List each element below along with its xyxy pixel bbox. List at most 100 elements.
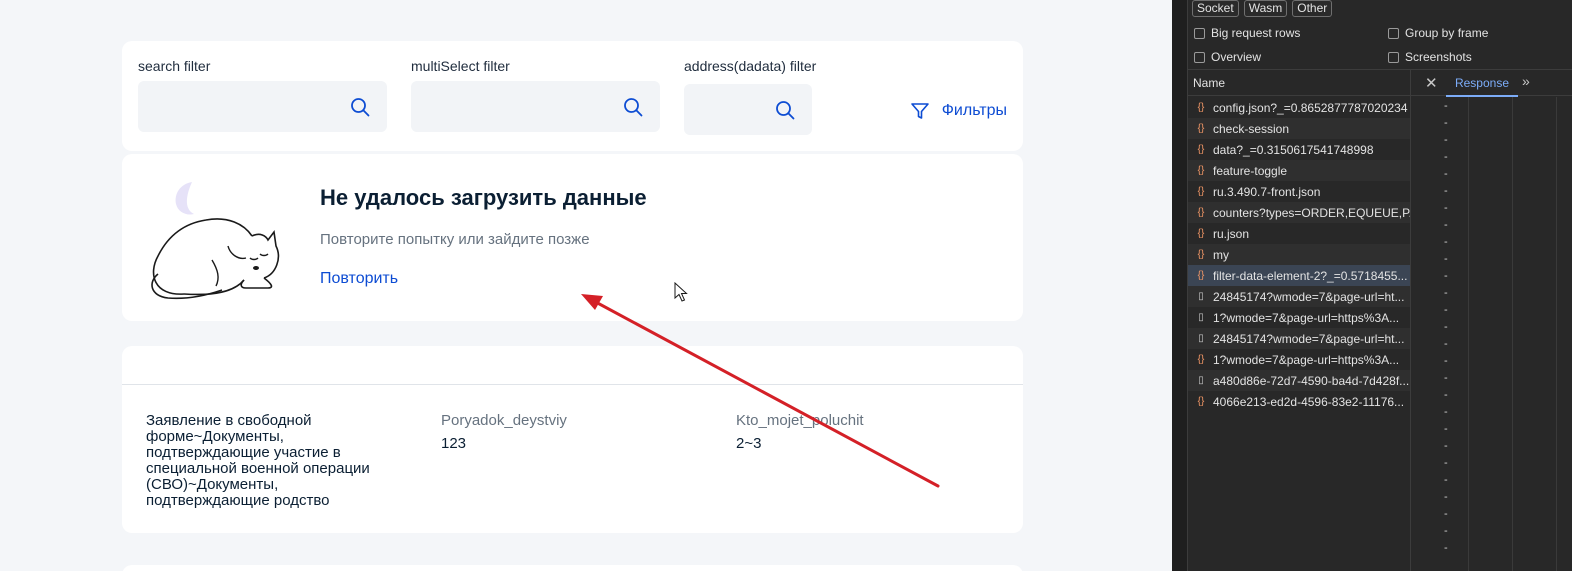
request-name: config.json?_=0.8652877787020234: [1213, 100, 1408, 115]
network-request-row[interactable]: {} ru.3.490.7-front.json: [1188, 181, 1410, 202]
response-dash: -: [1444, 219, 1448, 231]
network-request-row[interactable]: {} my: [1188, 244, 1410, 265]
address-filter-input[interactable]: [684, 84, 812, 135]
json-file-icon: {}: [1197, 102, 1205, 113]
group-by-frame-checkbox[interactable]: Group by frame: [1388, 26, 1488, 40]
response-dash: -: [1444, 117, 1448, 129]
json-file-icon: {}: [1197, 228, 1205, 239]
error-subtitle: Повторите попытку или зайдите позже: [320, 231, 590, 248]
response-dash: -: [1444, 304, 1448, 316]
network-request-row[interactable]: {} feature-toggle: [1188, 160, 1410, 181]
filters-button[interactable]: Фильтры: [910, 101, 1007, 121]
response-dash: -: [1444, 134, 1448, 146]
column-label-kto-mojet: Kto_mojet_poluchit: [736, 412, 864, 429]
network-request-row[interactable]: {} ru.json: [1188, 223, 1410, 244]
network-request-row[interactable]: {} data?_=0.3150617541748998: [1188, 139, 1410, 160]
filters-button-label: Фильтры: [941, 102, 1007, 119]
response-dash: -: [1444, 321, 1448, 333]
network-request-list: {} config.json?_=0.8652877787020234 {} chec…: [1188, 97, 1410, 412]
search-filter-group: search filter: [138, 58, 387, 132]
checkbox-box[interactable]: [1388, 51, 1399, 63]
devtools-panel: Socket Wasm Other Big request rows Group…: [1172, 0, 1572, 571]
response-dash: -: [1444, 457, 1448, 469]
address-filter-group: address(dadata) filter: [684, 58, 817, 135]
retry-link[interactable]: Повторить: [320, 270, 398, 288]
checkbox-label: Overview: [1211, 50, 1262, 64]
search-icon[interactable]: [350, 97, 370, 117]
network-request-row[interactable]: ▯ 24845174?wmode=7&page-url=ht...: [1188, 286, 1410, 307]
checkbox-box[interactable]: [1194, 27, 1205, 39]
request-type-filters: Socket Wasm Other: [1192, 0, 1333, 17]
checkbox-label: Big request rows: [1211, 26, 1301, 40]
grid-line: [1468, 97, 1469, 571]
multiselect-filter-group: multiSelect filter: [411, 58, 660, 132]
next-card: [122, 565, 1023, 571]
response-dash: -: [1444, 270, 1448, 282]
network-request-row[interactable]: ▯ 1?wmode=7&page-url=https%3A...: [1188, 307, 1410, 328]
json-file-icon: {}: [1197, 144, 1205, 155]
request-name: 24845174?wmode=7&page-url=ht...: [1213, 289, 1405, 304]
response-dash: -: [1444, 389, 1448, 401]
filter-chip-other[interactable]: Other: [1292, 0, 1333, 17]
response-dash: -: [1444, 474, 1448, 486]
response-dash-column: - - - - - - - - - - - - - - - - - - - - - - - - - - -: [1444, 98, 1464, 557]
network-request-row[interactable]: {} config.json?_=0.8652877787020234: [1188, 97, 1410, 118]
document-icon: ▯: [1198, 333, 1204, 344]
response-dash: -: [1444, 253, 1448, 265]
table-cell-documents: Заявление в свободной форме~Документы, п…: [146, 412, 370, 509]
network-request-row[interactable]: {} filter-data-element-2?_=0.5718455...: [1188, 265, 1410, 286]
search-filter-input[interactable]: [138, 81, 387, 132]
network-request-row[interactable]: {} check-session: [1188, 118, 1410, 139]
json-file-icon: {}: [1197, 165, 1205, 176]
request-name: check-session: [1213, 121, 1290, 136]
request-name: my: [1213, 247, 1229, 262]
response-dash: -: [1444, 236, 1448, 248]
network-request-row[interactable]: ▯ a480d86e-72d7-4590-ba4d-7d428f...: [1188, 370, 1410, 391]
response-dash: -: [1444, 542, 1448, 554]
filter-chip-wasm[interactable]: Wasm: [1243, 0, 1288, 17]
response-dash: -: [1444, 151, 1448, 163]
network-request-row[interactable]: {} 4066e213-ed2d-4596-83e2-11176...: [1188, 391, 1410, 412]
request-name: data?_=0.3150617541748998: [1213, 142, 1374, 157]
screenshots-checkbox[interactable]: Screenshots: [1388, 50, 1472, 64]
grid-line: [1556, 97, 1557, 571]
error-title: Не удалось загрузить данные: [320, 185, 647, 210]
moon-icon: [175, 182, 194, 215]
response-dash: -: [1444, 440, 1448, 452]
request-name: a480d86e-72d7-4590-ba4d-7d428f...: [1213, 373, 1410, 388]
table-cell-kto-mojet: Kto_mojet_poluchit 2~3: [736, 413, 864, 452]
filter-chip-socket[interactable]: Socket: [1192, 0, 1239, 17]
response-dash: -: [1444, 525, 1448, 537]
search-icon[interactable]: [775, 100, 795, 120]
network-request-row[interactable]: {} counters?types=ORDER,EQUEUE,P...: [1188, 202, 1410, 223]
checkbox-box[interactable]: [1388, 27, 1399, 39]
search-filter-label: search filter: [138, 58, 211, 74]
response-dash: -: [1444, 355, 1448, 367]
response-dash: -: [1444, 287, 1448, 299]
tab-response[interactable]: Response: [1446, 70, 1518, 97]
checkbox-box[interactable]: [1194, 51, 1205, 63]
document-icon: ▯: [1198, 291, 1204, 302]
network-table-header: Name ✕ Response »: [1188, 69, 1572, 97]
response-dash: -: [1444, 372, 1448, 384]
request-name: ru.json: [1213, 226, 1250, 241]
response-dash: -: [1444, 508, 1448, 520]
request-name: 4066e213-ed2d-4596-83e2-11176...: [1213, 394, 1405, 409]
overview-checkbox[interactable]: Overview: [1194, 50, 1261, 64]
multiselect-filter-label: multiSelect filter: [411, 58, 510, 74]
panel-splitter[interactable]: [1410, 97, 1411, 571]
json-file-icon: {}: [1197, 249, 1205, 260]
multiselect-filter-input[interactable]: [411, 81, 660, 132]
network-request-row[interactable]: ▯ 24845174?wmode=7&page-url=ht...: [1188, 328, 1410, 349]
network-request-row[interactable]: {} 1?wmode=7&page-url=https%3A...: [1188, 349, 1410, 370]
address-filter-label: address(dadata) filter: [684, 58, 817, 74]
filter-funnel-icon: [910, 103, 929, 119]
search-icon[interactable]: [623, 97, 643, 117]
big-request-rows-checkbox[interactable]: Big request rows: [1194, 26, 1300, 40]
close-icon[interactable]: ✕: [1425, 74, 1438, 92]
more-tabs-icon[interactable]: »: [1522, 73, 1530, 89]
name-column-header[interactable]: Name: [1193, 76, 1225, 90]
grid-line: [1512, 97, 1513, 571]
json-file-icon: {}: [1197, 396, 1205, 407]
json-file-icon: {}: [1197, 354, 1205, 365]
